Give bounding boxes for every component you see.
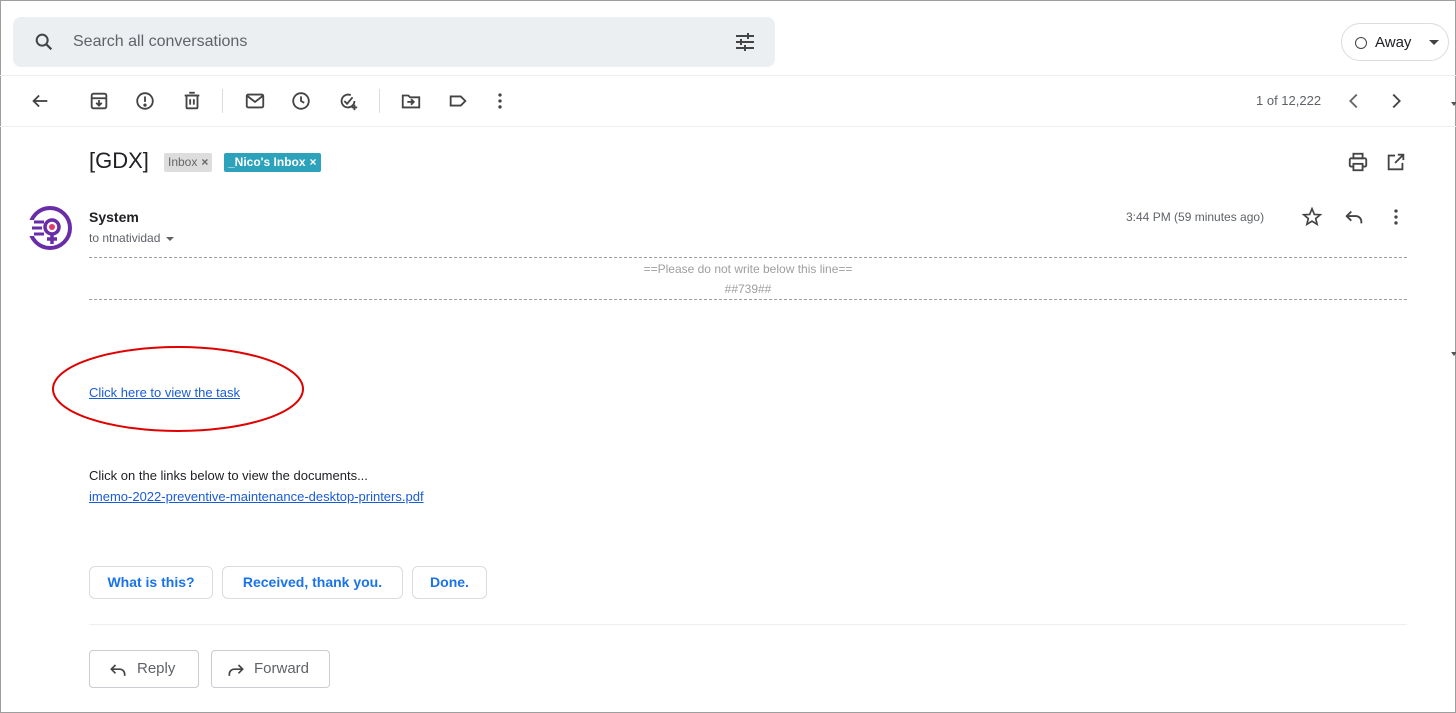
mark-unread-icon[interactable] bbox=[244, 90, 266, 112]
reply-icon bbox=[110, 664, 126, 676]
pagination-count: 1 of 12,222 bbox=[1256, 93, 1322, 108]
status-selector[interactable]: Away bbox=[1341, 23, 1449, 61]
remove-label-icon[interactable]: × bbox=[201, 155, 208, 169]
label-inbox[interactable]: Inbox × bbox=[164, 153, 213, 172]
body-text: Click on the links below to view the doc… bbox=[89, 468, 368, 483]
sender-name[interactable]: System bbox=[89, 209, 139, 225]
ticket-number: ##739## bbox=[724, 282, 772, 296]
label-text: Inbox bbox=[168, 155, 198, 169]
search-icon[interactable] bbox=[33, 31, 55, 53]
chevron-left-icon[interactable] bbox=[1343, 90, 1365, 112]
print-icon[interactable] bbox=[1347, 151, 1369, 173]
avatar[interactable] bbox=[28, 206, 72, 250]
tune-icon[interactable] bbox=[733, 30, 757, 54]
label-text: _Nico's Inbox bbox=[228, 155, 306, 169]
forward-icon bbox=[228, 664, 244, 676]
delete-icon[interactable] bbox=[181, 90, 203, 112]
snooze-icon[interactable] bbox=[290, 90, 312, 112]
forward-button[interactable]: Forward bbox=[211, 650, 330, 688]
back-arrow-icon[interactable] bbox=[29, 90, 51, 112]
open-new-window-icon[interactable] bbox=[1385, 151, 1407, 173]
archive-icon[interactable] bbox=[88, 90, 110, 112]
recipient-details[interactable]: to ntnatividad bbox=[89, 231, 175, 245]
toolbar-separator bbox=[379, 89, 380, 113]
smart-reply-done[interactable]: Done. bbox=[412, 566, 487, 599]
label-icon[interactable] bbox=[447, 90, 469, 112]
chevron-right-icon[interactable] bbox=[1385, 90, 1407, 112]
divider bbox=[0, 126, 1456, 127]
view-task-link[interactable]: Click here to view the task bbox=[89, 385, 240, 400]
divider bbox=[0, 75, 1456, 76]
dashed-divider bbox=[89, 299, 1407, 300]
more-vert-icon[interactable] bbox=[489, 90, 511, 112]
add-task-icon[interactable] bbox=[337, 90, 359, 112]
star-icon[interactable] bbox=[1301, 206, 1323, 228]
document-link[interactable]: imemo-2022-preventive-maintenance-deskto… bbox=[89, 489, 424, 504]
search-bar[interactable]: Search all conversations bbox=[13, 17, 775, 67]
smart-reply-received[interactable]: Received, thank you. bbox=[222, 566, 403, 599]
label-nicos-inbox[interactable]: _Nico's Inbox × bbox=[224, 153, 321, 172]
notice-line: ==Please do not write below this line== bbox=[643, 262, 853, 276]
message-timestamp: 3:44 PM (59 minutes ago) bbox=[1126, 210, 1265, 224]
toolbar-separator bbox=[222, 89, 223, 113]
email-subject: [GDX] bbox=[89, 148, 149, 173]
dashed-divider bbox=[89, 257, 1407, 258]
search-input[interactable]: Search all conversations bbox=[73, 33, 247, 51]
smart-reply-what-is-this[interactable]: What is this? bbox=[89, 566, 213, 599]
more-vert-icon[interactable] bbox=[1385, 206, 1407, 228]
scroll-marker bbox=[1451, 102, 1456, 106]
reply-icon[interactable] bbox=[1343, 206, 1365, 228]
reply-button[interactable]: Reply bbox=[89, 650, 199, 688]
reply-label: Reply bbox=[137, 660, 176, 677]
chevron-down-icon bbox=[1429, 40, 1439, 45]
scroll-marker bbox=[1451, 352, 1456, 356]
recipient-text: to ntnatividad bbox=[89, 231, 161, 245]
chevron-down-icon bbox=[166, 236, 175, 241]
divider bbox=[89, 624, 1407, 625]
status-label: Away bbox=[1375, 34, 1412, 51]
away-status-icon bbox=[1355, 37, 1367, 49]
forward-label: Forward bbox=[254, 660, 310, 677]
report-spam-icon[interactable] bbox=[134, 90, 156, 112]
remove-label-icon[interactable]: × bbox=[310, 155, 317, 169]
move-to-icon[interactable] bbox=[400, 90, 422, 112]
